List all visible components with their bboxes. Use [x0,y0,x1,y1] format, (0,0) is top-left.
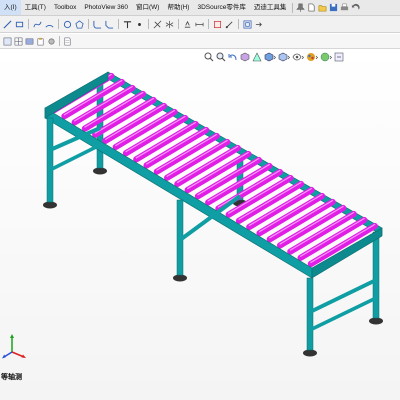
menu-toolbox[interactable]: Toolbox [50,0,80,15]
menu-photoview[interactable]: PhotoView 360 [80,0,132,15]
quick-snap-icon[interactable] [225,20,234,29]
menu-help[interactable]: 帮助(H) [163,0,193,15]
menu-tools[interactable]: 工具(T) [21,0,50,15]
view-orientation-label: 等轴测 [1,374,22,381]
diagonal-brace [309,296,377,332]
view-normal-icon[interactable] [3,37,12,46]
print-icon[interactable] [340,3,349,12]
triad-x-arrow-icon [21,354,26,358]
leg-back [372,231,380,319]
display-style-icon[interactable] [278,52,290,62]
menu-insert[interactable]: 入(I) [0,0,21,15]
circle-tool-icon[interactable] [63,20,72,29]
fillet-tool-icon[interactable] [93,20,102,29]
separator [88,19,89,29]
triad-y-arrow-icon [10,334,14,338]
separator [208,19,209,29]
view-settings-icon[interactable] [334,52,344,62]
relation-tool-icon[interactable] [183,20,192,29]
polygon-tool-icon[interactable] [75,19,84,29]
separator [58,19,59,29]
image-icon[interactable] [25,37,34,46]
undo-icon[interactable] [351,3,360,12]
cross-brace [309,278,377,314]
separator [178,19,179,29]
heads-up-view-toolbar [204,50,344,64]
document-properties-icon[interactable] [63,37,72,46]
separator [118,19,119,29]
zoom-to-fit-icon[interactable] [204,52,214,62]
arc-tool-icon[interactable] [45,20,54,29]
leg-front [46,117,54,203]
edit-appearance-icon[interactable] [306,52,318,62]
paste-icon[interactable] [36,37,45,46]
chamfer-tool-icon[interactable] [105,20,114,29]
separator [238,19,239,29]
dimension-tool-icon[interactable] [195,20,204,29]
foot-pad [303,349,317,357]
separator [28,19,29,29]
spline-tool-icon[interactable] [33,20,42,29]
settings-icon[interactable] [47,37,56,46]
repair-sketch-icon[interactable] [213,20,222,29]
hide-show-items-icon[interactable] [292,52,304,62]
dynamic-annotation-icon[interactable] [252,52,262,62]
separator [148,19,149,29]
triad-z-arrow-icon [2,354,6,359]
text-tool-icon[interactable] [123,20,132,29]
separator [292,2,294,13]
apply-scene-icon[interactable] [320,52,332,62]
pin-icon[interactable] [296,3,306,12]
leg-front [306,277,314,351]
menu-3dsource[interactable]: 3DSource零件库 [193,0,249,15]
foot-pad [43,201,57,209]
rectangle-tool-icon[interactable] [15,20,24,29]
foot-pad [369,317,383,325]
roller-conveyor-model [43,71,383,357]
open-folder-icon[interactable] [318,3,327,12]
menu-maidi-tools[interactable]: 迈迪工具集 [250,0,291,15]
view-orientation-icon[interactable] [264,52,276,62]
previous-view-icon[interactable] [228,52,238,62]
foot-pad [93,167,107,175]
standard-views-toolbar [0,34,400,49]
trim-tool-icon[interactable] [153,20,162,29]
reference-triad [2,334,26,359]
zoom-area-icon[interactable] [216,52,226,62]
point-tool-icon[interactable] [135,20,144,29]
view-grid-icon[interactable] [14,37,23,46]
save-icon[interactable] [329,3,338,12]
mirror-tool-icon[interactable] [165,20,174,29]
sketch-toolbar [0,16,400,33]
offset-tool-icon[interactable] [243,20,252,29]
foot-pad [173,274,187,282]
menu-bar: 入(I) 工具(T) Toolbox PhotoView 360 窗口(W) 帮… [0,0,400,16]
new-document-icon[interactable] [307,3,316,12]
line-tool-icon[interactable] [3,20,12,29]
convert-entities-icon[interactable] [255,20,264,29]
separator [59,36,60,46]
graphics-viewport[interactable] [0,50,400,400]
menu-window[interactable]: 窗口(W) [132,0,163,15]
section-view-icon[interactable] [240,52,250,62]
